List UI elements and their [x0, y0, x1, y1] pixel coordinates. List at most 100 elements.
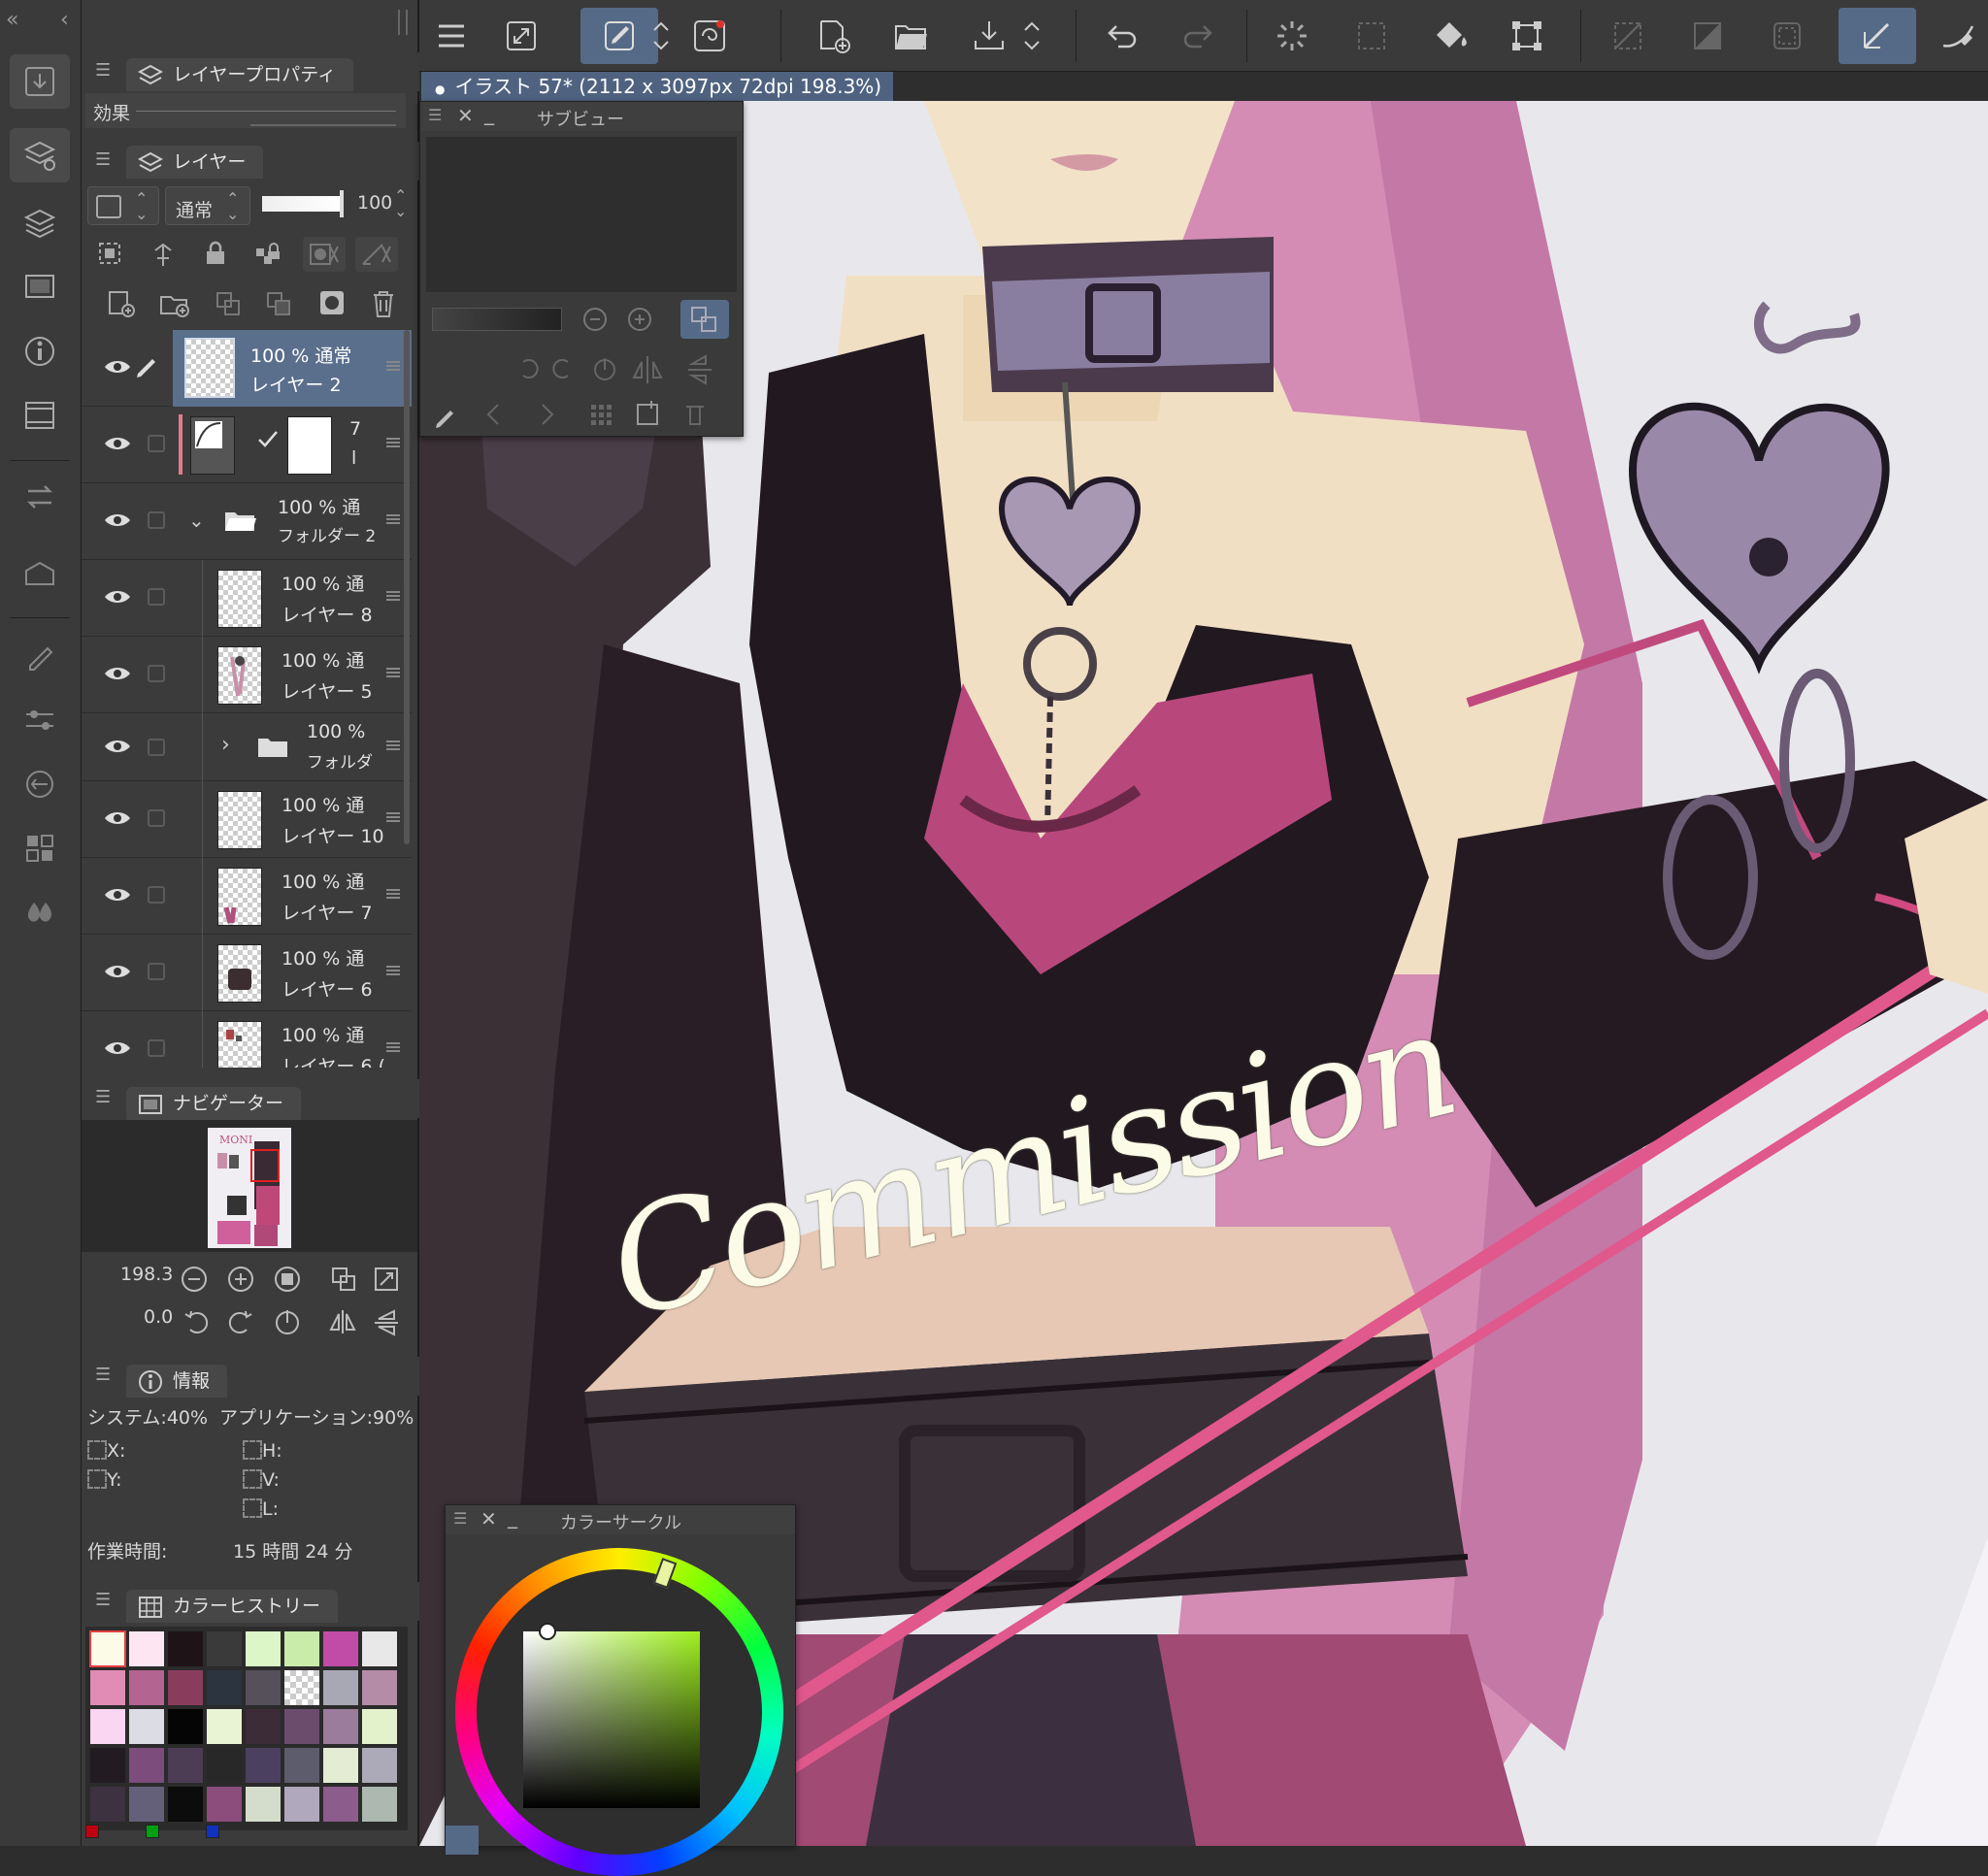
- color-swatch[interactable]: [361, 1786, 398, 1823]
- color-swatch[interactable]: [206, 1669, 243, 1706]
- layer-row-6[interactable]: 100 % 通 レイヤー 6: [82, 935, 412, 1011]
- layer-checkbox[interactable]: [148, 435, 165, 452]
- layer-menu-icon[interactable]: [386, 741, 400, 750]
- layer-menu-icon[interactable]: [386, 591, 400, 601]
- invert-selection-icon[interactable]: [1679, 8, 1736, 64]
- opacity-slider[interactable]: [262, 190, 344, 217]
- minimize-icon[interactable]: _: [508, 1505, 517, 1529]
- layer-row-7[interactable]: 100 % 通 レイヤー 7: [82, 858, 412, 935]
- collapse-left-icon[interactable]: «: [6, 8, 18, 32]
- enable-mask-icon[interactable]: [303, 237, 346, 272]
- eye-icon[interactable]: [103, 962, 132, 981]
- layer-menu-icon[interactable]: [386, 812, 400, 822]
- clip-lower-layer-icon[interactable]: [97, 241, 122, 266]
- color-swatch[interactable]: [128, 1747, 165, 1784]
- color-indicator[interactable]: [446, 1826, 479, 1855]
- color-swatch[interactable]: [361, 1747, 398, 1784]
- close-icon[interactable]: ✕: [480, 1507, 497, 1530]
- subview-zoom-in-icon[interactable]: [626, 306, 653, 333]
- layer-row-folder[interactable]: › 100 % フォルダ: [82, 713, 412, 781]
- menu-grip-icon[interactable]: ☰: [95, 1365, 111, 1385]
- merge-down-icon[interactable]: [264, 289, 293, 318]
- layer-row-8[interactable]: 100 % 通 レイヤー 8: [82, 560, 412, 637]
- color-swatch[interactable]: [206, 1747, 243, 1784]
- color-swatch[interactable]: [245, 1630, 282, 1667]
- zoom-in-icon[interactable]: [227, 1266, 254, 1293]
- redo-icon[interactable]: [1171, 8, 1227, 64]
- new-file-icon[interactable]: [806, 8, 862, 64]
- tab-color-history[interactable]: カラーヒストリー: [126, 1590, 339, 1623]
- rotation-value[interactable]: 0.0: [144, 1306, 173, 1328]
- navigator-preview[interactable]: MONI: [82, 1120, 417, 1252]
- reset-rotation-icon[interactable]: [274, 1308, 301, 1335]
- color-swatch[interactable]: [245, 1786, 282, 1823]
- zoom-out-icon[interactable]: [181, 1266, 208, 1293]
- open-file-icon[interactable]: [883, 8, 940, 64]
- layer-property-icon[interactable]: [10, 128, 70, 182]
- menu-icon[interactable]: [423, 8, 480, 64]
- rotate-right-icon[interactable]: [227, 1308, 254, 1335]
- color-swatch[interactable]: [361, 1708, 398, 1745]
- chevron-left-icon[interactable]: ‹: [60, 8, 69, 32]
- eye-icon[interactable]: [103, 885, 132, 905]
- layer-row-6-copy[interactable]: 100 % 通 レイヤー 6 (: [82, 1011, 412, 1068]
- fill-icon[interactable]: [1423, 8, 1479, 64]
- intermediate-color-icon[interactable]: [10, 885, 70, 939]
- layer-checkbox[interactable]: [148, 1039, 165, 1057]
- layer-checkbox[interactable]: [148, 511, 165, 529]
- create-layer-mask-icon[interactable]: [318, 289, 346, 316]
- color-slider-icon[interactable]: [10, 757, 70, 811]
- color-swatch[interactable]: [206, 1708, 243, 1745]
- subview-fit-button[interactable]: [680, 300, 729, 339]
- eye-icon[interactable]: [103, 587, 132, 607]
- panel-drag-handle[interactable]: [398, 10, 408, 35]
- import-icon[interactable]: [10, 54, 70, 109]
- color-swatch[interactable]: [167, 1630, 204, 1667]
- color-swatch[interactable]: [89, 1669, 126, 1706]
- lock-icon[interactable]: [204, 241, 227, 266]
- color-swatch[interactable]: [283, 1708, 320, 1745]
- color-swatch[interactable]: [245, 1669, 282, 1706]
- minimize-icon[interactable]: _: [484, 102, 494, 125]
- rotate-left-icon[interactable]: [182, 1308, 210, 1335]
- layer-menu-icon[interactable]: [386, 361, 400, 371]
- transform-icon[interactable]: [1499, 8, 1555, 64]
- delete-layer-icon[interactable]: [371, 289, 396, 318]
- layer-list-scrollbar[interactable]: [404, 330, 410, 844]
- loading-spinner-icon[interactable]: [1264, 8, 1320, 64]
- color-swatch[interactable]: [322, 1669, 359, 1706]
- flip-vertical-icon[interactable]: [373, 1308, 400, 1337]
- color-swatch[interactable]: [283, 1669, 320, 1706]
- document-tab[interactable]: ● イラスト 57* (2112 x 3097px 72dpi 198.3%): [421, 72, 894, 101]
- color-swatch[interactable]: [322, 1708, 359, 1745]
- opacity-value[interactable]: 100: [357, 192, 392, 214]
- layer-menu-icon[interactable]: [386, 1042, 400, 1052]
- menu-grip-icon[interactable]: ☰: [95, 1590, 111, 1610]
- layer-checkbox[interactable]: [148, 665, 165, 682]
- navigator-viewport-frame[interactable]: [250, 1149, 280, 1182]
- color-swatch[interactable]: [167, 1669, 204, 1706]
- layer-checkbox[interactable]: [148, 588, 165, 606]
- color-swatch[interactable]: [245, 1747, 282, 1784]
- layer-row-mask[interactable]: 7 l: [82, 407, 412, 483]
- layer-menu-icon[interactable]: [386, 438, 400, 447]
- layer-checkbox[interactable]: [148, 886, 165, 904]
- tab-navigator[interactable]: ナビゲーター: [126, 1087, 302, 1120]
- layer-row-folder-2[interactable]: ⌄ 100 % 通 フォルダー 2: [82, 483, 412, 560]
- sv-picker-handle[interactable]: [539, 1623, 556, 1640]
- animation-icon[interactable]: [10, 388, 70, 443]
- flip-horizontal-icon[interactable]: [328, 1308, 357, 1335]
- subview-preview[interactable]: [426, 137, 737, 292]
- color-swatch[interactable]: [128, 1669, 165, 1706]
- layer-menu-icon[interactable]: [386, 966, 400, 975]
- color-swatch[interactable]: [89, 1747, 126, 1784]
- color-swatch[interactable]: [283, 1630, 320, 1667]
- navigator-icon[interactable]: [10, 260, 70, 314]
- transfer-to-lower-layer-icon[interactable]: [214, 289, 243, 318]
- info-icon[interactable]: [10, 324, 70, 378]
- color-set-icon[interactable]: [10, 821, 70, 875]
- stabilizer-icon[interactable]: [1930, 8, 1986, 64]
- color-swatch[interactable]: [128, 1786, 165, 1823]
- color-swatch[interactable]: [361, 1669, 398, 1706]
- close-icon[interactable]: ✕: [457, 104, 474, 127]
